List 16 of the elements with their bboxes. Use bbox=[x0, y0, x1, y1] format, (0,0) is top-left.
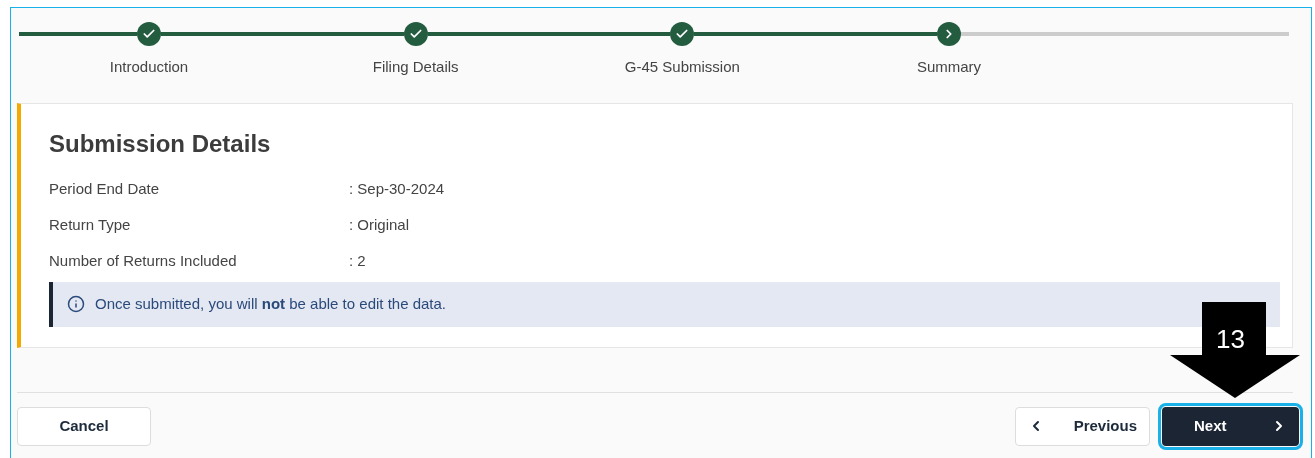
field-label: Return Type bbox=[49, 215, 132, 236]
field-label: Period End Date bbox=[49, 179, 161, 200]
callout-number: 13 bbox=[1216, 323, 1245, 356]
notice-text: Once submitted, you will not be able to edit the data. bbox=[95, 293, 447, 314]
field-value: : Original bbox=[349, 215, 410, 236]
step-label: Filing Details bbox=[372, 57, 459, 77]
step-label: G-45 Submission bbox=[624, 57, 740, 77]
field-value: : Sep-30-2024 bbox=[349, 179, 445, 200]
step-label: Summary bbox=[916, 57, 982, 77]
info-icon bbox=[67, 295, 85, 313]
previous-button[interactable]: Previous bbox=[1015, 406, 1150, 446]
field-value: : 2 bbox=[349, 251, 366, 272]
cancel-button[interactable]: Cancel bbox=[17, 406, 151, 446]
field-label: Number of Returns Included bbox=[49, 251, 238, 272]
card-title: Submission Details bbox=[49, 128, 272, 159]
step-label: Introduction bbox=[109, 57, 189, 77]
